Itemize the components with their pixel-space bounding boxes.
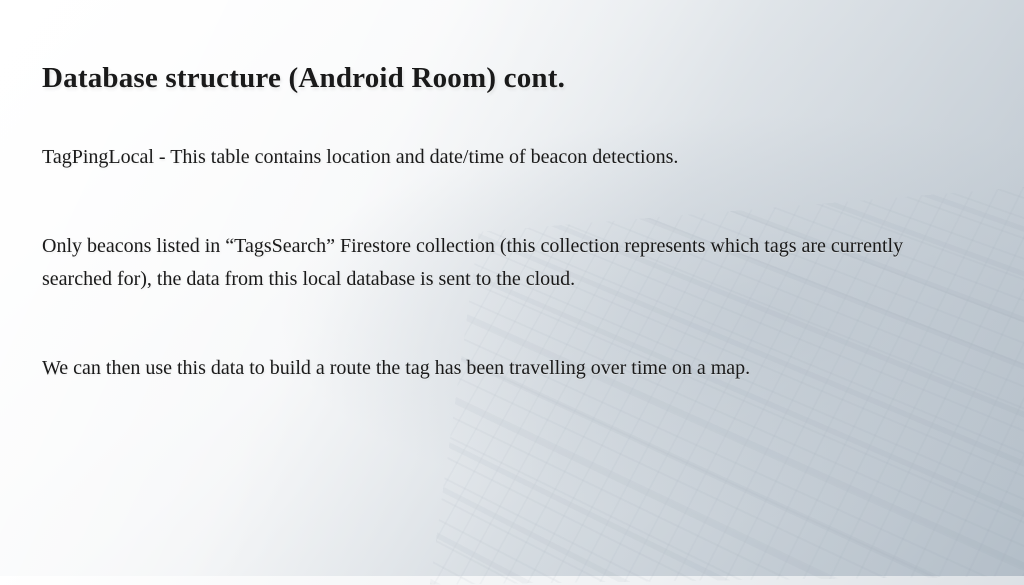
slide-paragraph-1: TagPingLocal - This table contains locat… (42, 141, 974, 174)
slide-title: Database structure (Android Room) cont. (42, 62, 974, 95)
slide-paragraph-3: We can then use this data to build a rou… (42, 352, 974, 385)
slide-paragraph-2: Only beacons listed in “TagsSearch” Fire… (42, 230, 974, 296)
slide-content: Database structure (Android Room) cont. … (0, 0, 1024, 425)
